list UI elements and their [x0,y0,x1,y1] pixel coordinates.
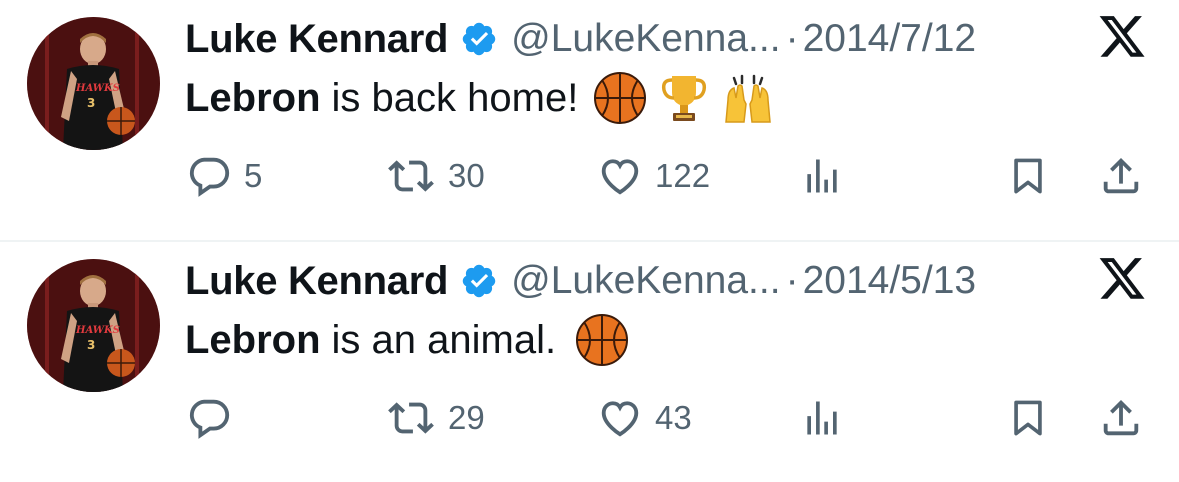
tweet-header: Luke Kennard @LukeKenna... · 2014/7/12 [185,14,976,64]
avatar[interactable] [27,259,160,392]
separator-dot: · [785,259,799,302]
tweet-text-body: is an animal. [331,317,557,362]
tweet-date[interactable]: 2014/7/12 [803,17,977,61]
views-button[interactable] [800,150,844,202]
share-button[interactable] [1098,392,1144,444]
bookmark-button[interactable] [1006,392,1050,444]
retweet-count: 30 [448,157,485,194]
retweet-button[interactable]: 29 [386,392,485,444]
tweet-actions: 29 43 [0,392,1179,444]
views-icon [800,396,844,440]
tweet-text-bold: Lebron [185,317,321,362]
like-count: 43 [655,399,692,436]
retweet-button[interactable]: 30 [386,150,485,202]
reply-button[interactable] [186,392,244,444]
share-button[interactable] [1098,150,1144,202]
basketball-emoji [574,312,630,368]
reply-icon [186,395,232,441]
tweet-card[interactable]: Luke Kennard @LukeKenna... · 2014/7/12 L… [0,0,1179,242]
views-button[interactable] [800,392,844,444]
share-icon [1098,395,1144,441]
avatar[interactable] [27,17,160,150]
tweet-text-body: is back home! [331,75,579,120]
retweet-count: 29 [448,399,485,436]
tweet-card[interactable]: Luke Kennard @LukeKenna... · 2014/5/13 L… [0,242,1179,482]
author-name[interactable]: Luke Kennard [185,259,448,304]
retweet-icon [386,153,436,199]
bookmark-button[interactable] [1006,150,1050,202]
tweet-text: Lebron is an animal. [185,314,630,366]
basketball-emoji [592,70,648,126]
author-handle[interactable]: @LukeKenna... [511,259,780,303]
heart-icon [597,395,643,441]
raising-hands-emoji [720,70,776,126]
tweet-header: Luke Kennard @LukeKenna... · 2014/5/13 [185,256,976,306]
tweet-text: Lebron is back home! [185,72,776,124]
reply-button[interactable]: 5 [186,150,262,202]
reply-icon [186,153,232,199]
tweet-actions: 5 30 122 [0,150,1179,202]
tweet-date[interactable]: 2014/5/13 [803,259,977,303]
x-logo-icon [1097,258,1147,304]
share-icon [1098,153,1144,199]
bookmark-icon [1006,154,1050,198]
bookmark-icon [1006,396,1050,440]
author-handle[interactable]: @LukeKenna... [511,17,780,61]
like-button[interactable]: 43 [597,392,692,444]
separator-dot: · [785,17,799,60]
trophy-emoji [656,70,712,126]
views-icon [800,154,844,198]
heart-icon [597,153,643,199]
like-button[interactable]: 122 [597,150,710,202]
tweet-text-bold: Lebron [185,75,321,120]
retweet-icon [386,395,436,441]
verified-badge-icon [460,262,498,300]
like-count: 122 [655,157,711,194]
author-name[interactable]: Luke Kennard [185,17,448,62]
reply-count: 5 [244,157,263,194]
x-logo-icon [1097,16,1147,62]
verified-badge-icon [460,20,498,58]
